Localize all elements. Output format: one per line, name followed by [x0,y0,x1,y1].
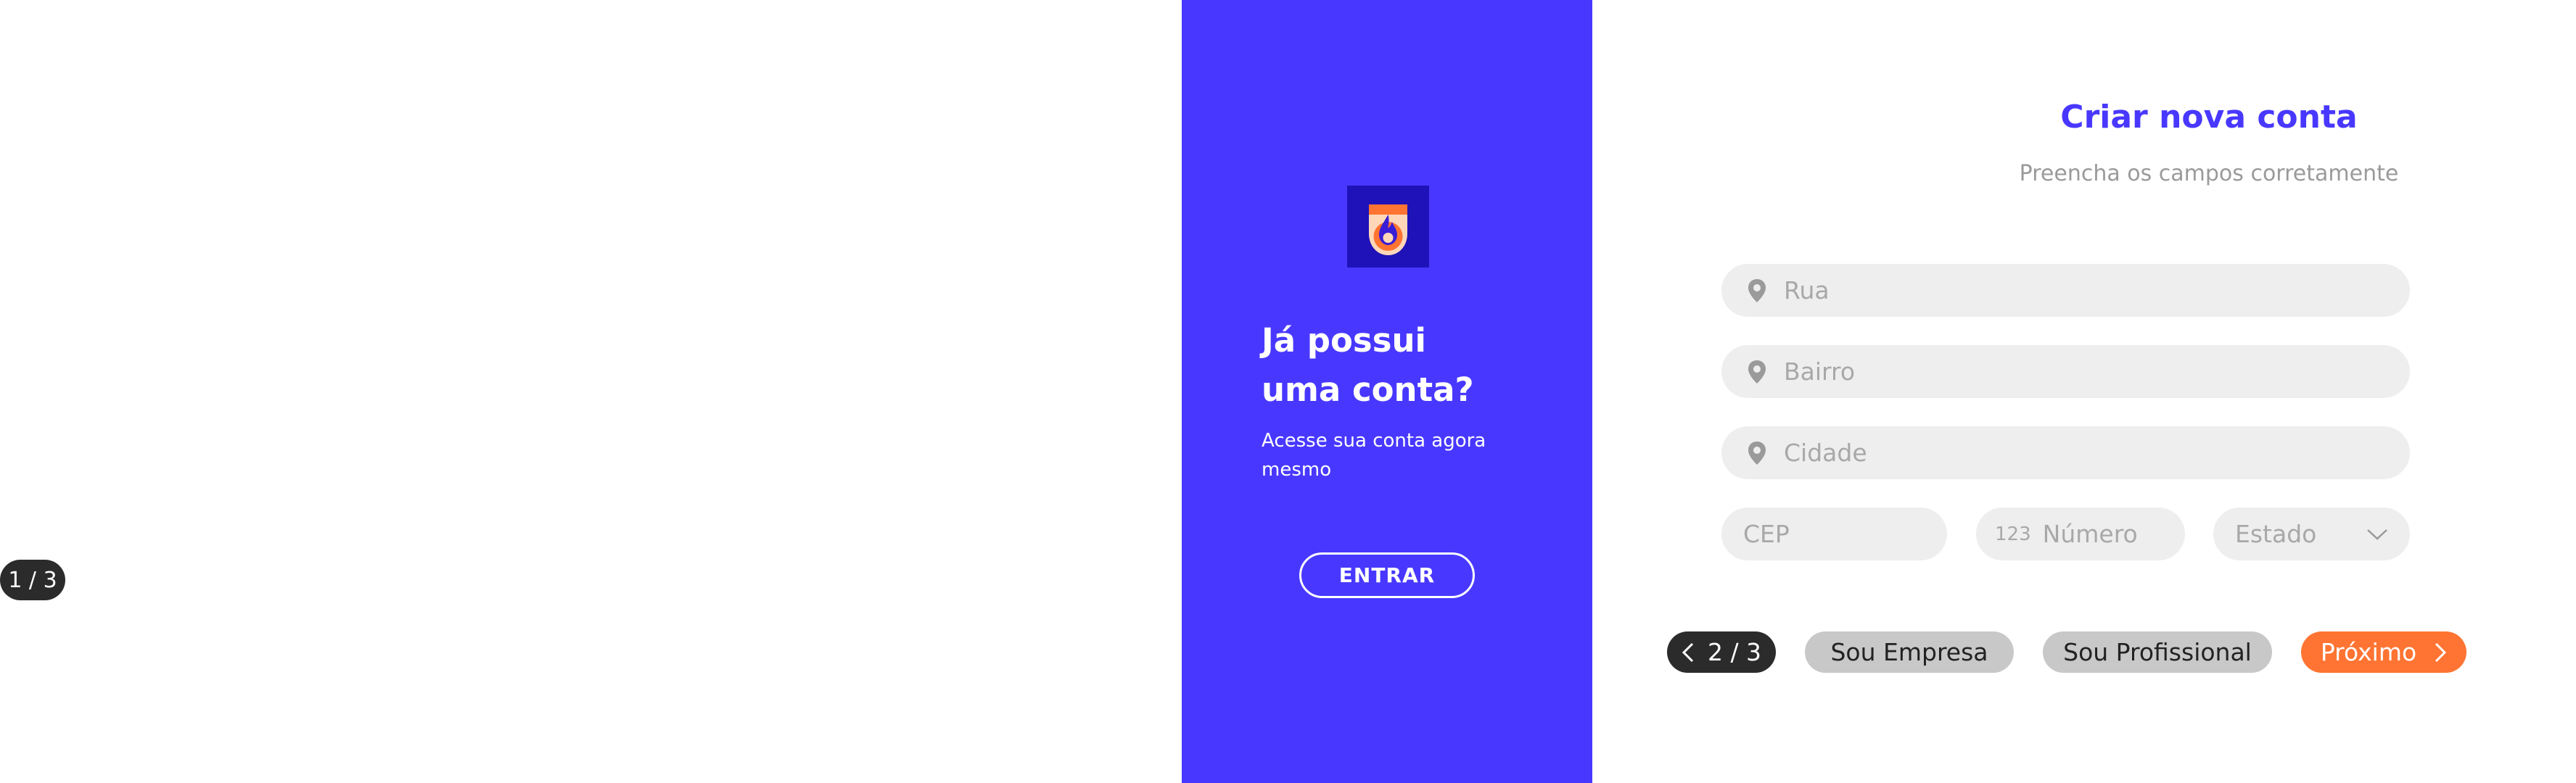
next-button-label: Próximo [2320,638,2417,666]
enter-button[interactable]: ENTRAR [1299,552,1475,598]
form-subtitle: Preencha os campos corretamente [2019,161,2399,186]
street-placeholder: Rua [1784,276,1830,304]
signin-heading: Já possui uma conta? [1262,316,1537,415]
number-placeholder: Número [2042,520,2138,548]
location-pin-icon [1748,278,1766,302]
city-placeholder: Cidade [1784,439,1867,467]
signin-heading-line1: Já possui [1262,321,1426,360]
cep-placeholder: CEP [1743,520,1790,548]
number-input[interactable]: 123 Número [1976,508,2185,560]
chevron-down-icon [2367,529,2387,540]
number-icon: 123 [1995,523,2031,545]
district-input[interactable]: Bairro [1721,345,2410,398]
chevron-left-icon [1682,642,1694,662]
district-placeholder: Bairro [1784,357,1856,386]
chevron-right-icon [2435,642,2447,662]
flame-shield-logo-icon [1347,186,1429,268]
location-pin-icon [1748,441,1766,465]
previous-page-button[interactable]: 2 / 3 [1667,631,1776,673]
cep-input[interactable]: CEP [1721,508,1947,560]
app-logo [1347,186,1429,268]
location-pin-icon [1748,360,1766,384]
next-button[interactable]: Próximo [2301,631,2466,673]
signin-subtitle: Acesse sua conta agora mesmo [1262,430,1486,481]
signin-heading-line2: uma conta? [1262,370,1474,409]
state-placeholder: Estado [2235,520,2317,548]
city-input[interactable]: Cidade [1721,426,2410,479]
form-title: Criar nova conta [2060,99,2358,136]
company-button[interactable]: Sou Empresa [1805,631,2014,673]
street-input[interactable]: Rua [1721,264,2410,317]
professional-button[interactable]: Sou Profissional [2043,631,2272,673]
page-indicator: 1 / 3 [0,560,65,600]
state-select[interactable]: Estado [2213,508,2410,560]
form-page-indicator: 2 / 3 [1707,638,1762,666]
